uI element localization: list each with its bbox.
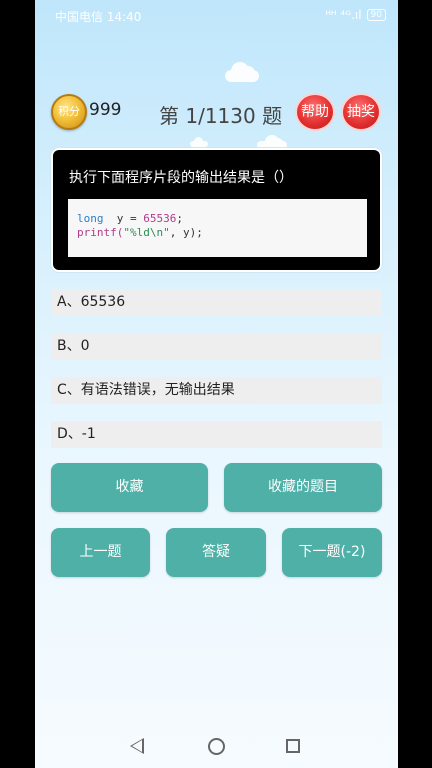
prev-question-button[interactable]: 上一题 [51, 528, 150, 577]
help-button[interactable]: 帮助 [295, 93, 335, 131]
code-snippet: long y = 65536; printf("%ld\n", y); [68, 199, 367, 257]
code-function: printf( [77, 226, 124, 239]
status-carrier-time: 中国电信 14:40 [55, 10, 142, 24]
favorite-list-button[interactable]: 收藏的题目 [224, 463, 382, 512]
question-card: 执行下面程序片段的输出结果是（） long y = 65536; printf(… [51, 148, 382, 272]
option-a[interactable]: A、65536 [51, 289, 382, 316]
coin-icon: 积分 [51, 94, 87, 130]
code-text: y = [103, 212, 144, 225]
recent-apps-icon[interactable] [286, 739, 300, 753]
app-screen: 中国电信 14:40 ᵸᵸ ⁴ᴳ.ıl 90 积分 999 第 1/1130 题… [35, 0, 398, 768]
back-icon[interactable] [130, 738, 144, 754]
status-icons: ᵸᵸ ⁴ᴳ.ıl 90 [325, 8, 386, 22]
option-d[interactable]: D、-1 [51, 421, 382, 448]
code-number: 65536 [143, 212, 177, 225]
signal-icon: ᵸᵸ ⁴ᴳ.ıl [325, 8, 362, 22]
cloud-decoration [190, 137, 208, 147]
code-text: , y); [169, 226, 203, 239]
coin-count: 999 [89, 100, 122, 120]
code-line: long y = 65536; [77, 212, 358, 226]
option-b[interactable]: B、0 [51, 333, 382, 360]
code-keyword: long [77, 212, 104, 225]
code-line: printf("%ld\n", y); [77, 226, 358, 240]
code-string: "%ld\n" [123, 226, 170, 239]
question-text: 执行下面程序片段的输出结果是（） [69, 170, 293, 186]
favorite-button[interactable]: 收藏 [51, 463, 208, 512]
code-text: ; [176, 212, 183, 225]
ask-question-button[interactable]: 答疑 [166, 528, 266, 577]
question-counter: 第 1/1130 题 [159, 104, 283, 128]
cloud-decoration [225, 62, 259, 82]
option-c[interactable]: C、有语法错误，无输出结果 [51, 377, 382, 404]
battery-icon: 90 [366, 9, 386, 21]
status-bar: 中国电信 14:40 ᵸᵸ ⁴ᴳ.ıl 90 [35, 0, 398, 32]
home-icon[interactable] [208, 738, 225, 755]
next-question-button[interactable]: 下一题(-2) [282, 528, 382, 577]
lottery-button[interactable]: 抽奖 [341, 93, 381, 131]
system-nav-bar [35, 716, 398, 768]
